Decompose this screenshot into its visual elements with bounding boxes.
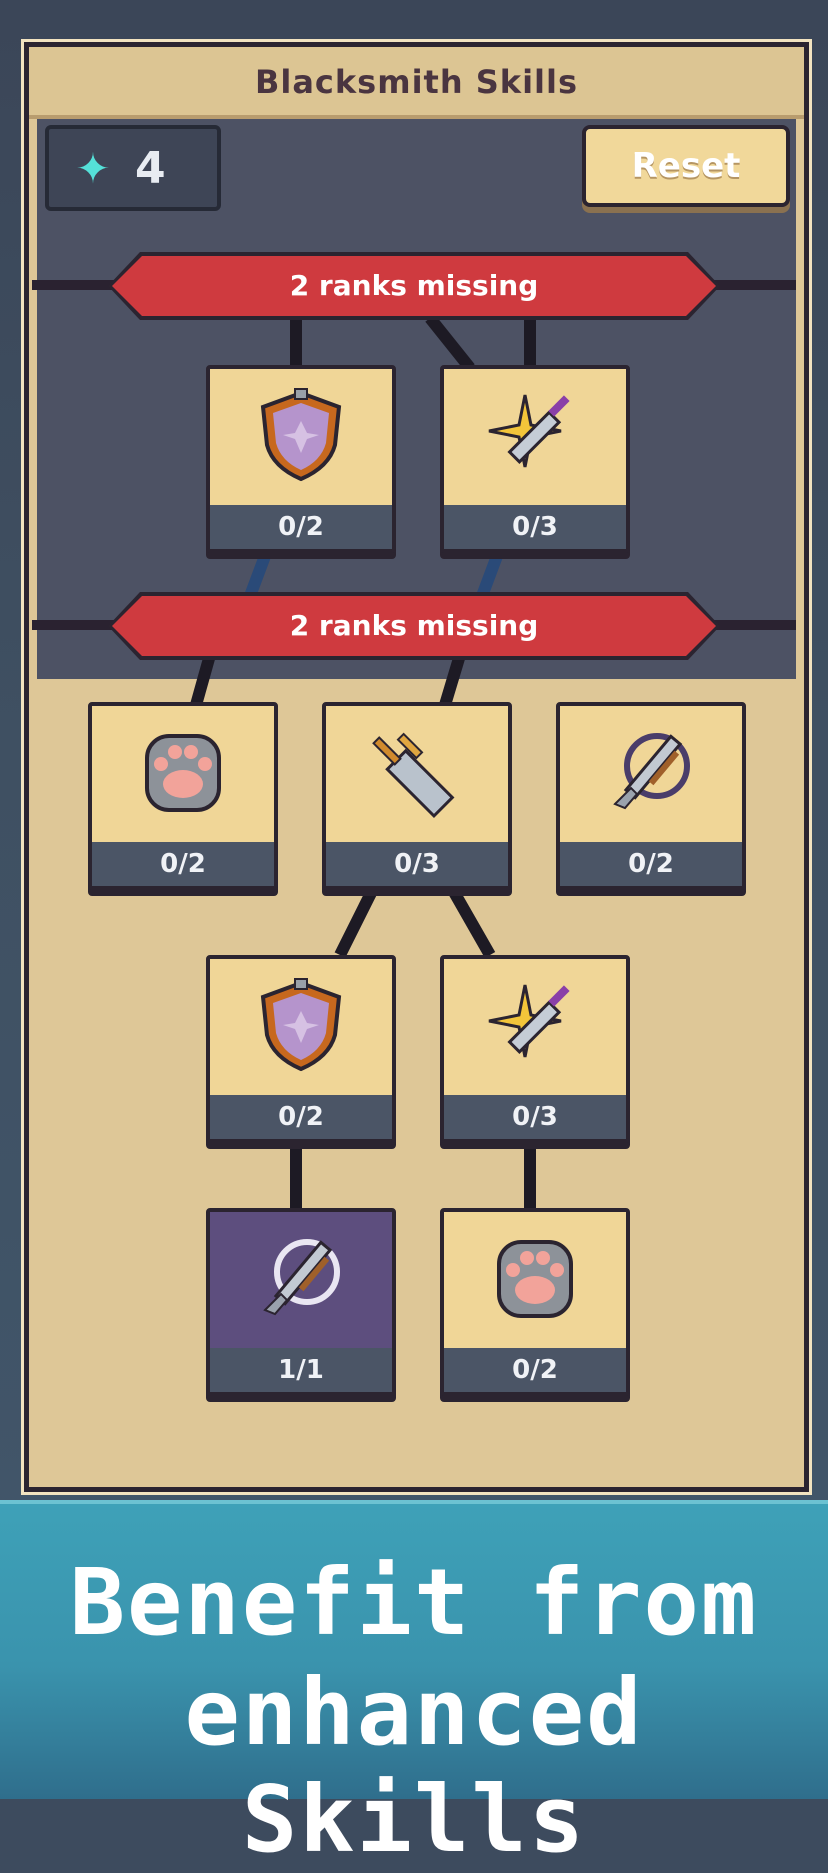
skill-rank: 0/3 — [444, 1095, 626, 1139]
shield-icon — [260, 978, 342, 1072]
skill-node[interactable]: 0/3 — [322, 702, 512, 890]
skill-node[interactable]: 0/2 — [556, 702, 746, 890]
skill-node[interactable]: 0/2 — [206, 365, 396, 553]
skill-rank: 0/2 — [210, 505, 392, 549]
tier-lock-banner: 2 ranks missing — [112, 596, 716, 656]
connector-line — [244, 545, 274, 599]
skill-node[interactable]: 0/2 — [440, 1208, 630, 1396]
skill-node[interactable]: 0/3 — [440, 955, 630, 1143]
connector-line — [190, 653, 216, 707]
tier-lock-banner: 2 ranks missing — [112, 256, 716, 316]
skill-rank: 0/2 — [560, 842, 742, 886]
skill-rank: 0/2 — [444, 1348, 626, 1392]
tagline-line-2: enhanced Skills — [184, 1659, 644, 1873]
skill-rank: 0/2 — [92, 842, 274, 886]
skill-points-counter: ✦ 4 — [45, 125, 221, 211]
connector-line — [439, 653, 466, 707]
connector-line — [334, 882, 381, 958]
skill-rank: 0/2 — [210, 1095, 392, 1139]
skill-node[interactable]: 0/3 — [440, 365, 630, 553]
connector-line — [425, 314, 475, 372]
paw-icon — [497, 1240, 573, 1318]
promo-band: Benefit from enhanced Skills — [0, 1500, 828, 1873]
skill-node[interactable]: 0/2 — [206, 955, 396, 1143]
skill-rank: 1/1 — [210, 1348, 392, 1392]
skill-node-maxed[interactable]: 1/1 — [206, 1208, 396, 1396]
sword-spark-icon — [488, 394, 570, 468]
skill-rank: 0/3 — [326, 842, 508, 886]
skill-rank: 0/3 — [444, 505, 626, 549]
skill-node[interactable]: 0/2 — [88, 702, 278, 890]
connector-line — [476, 545, 506, 599]
diamond-icon: ✦ — [75, 144, 111, 193]
hook-sword-icon — [613, 733, 690, 810]
hook-sword-icon — [263, 1239, 340, 1316]
sword-spark-icon — [488, 984, 570, 1058]
paw-icon — [145, 734, 221, 812]
connector-line — [444, 882, 496, 958]
shield-icon — [260, 388, 342, 482]
skill-points-value: 4 — [135, 143, 166, 194]
broadsword-icon — [372, 732, 455, 819]
tagline-line-1: Benefit from — [69, 1549, 759, 1656]
reset-button[interactable]: Reset — [582, 125, 790, 207]
